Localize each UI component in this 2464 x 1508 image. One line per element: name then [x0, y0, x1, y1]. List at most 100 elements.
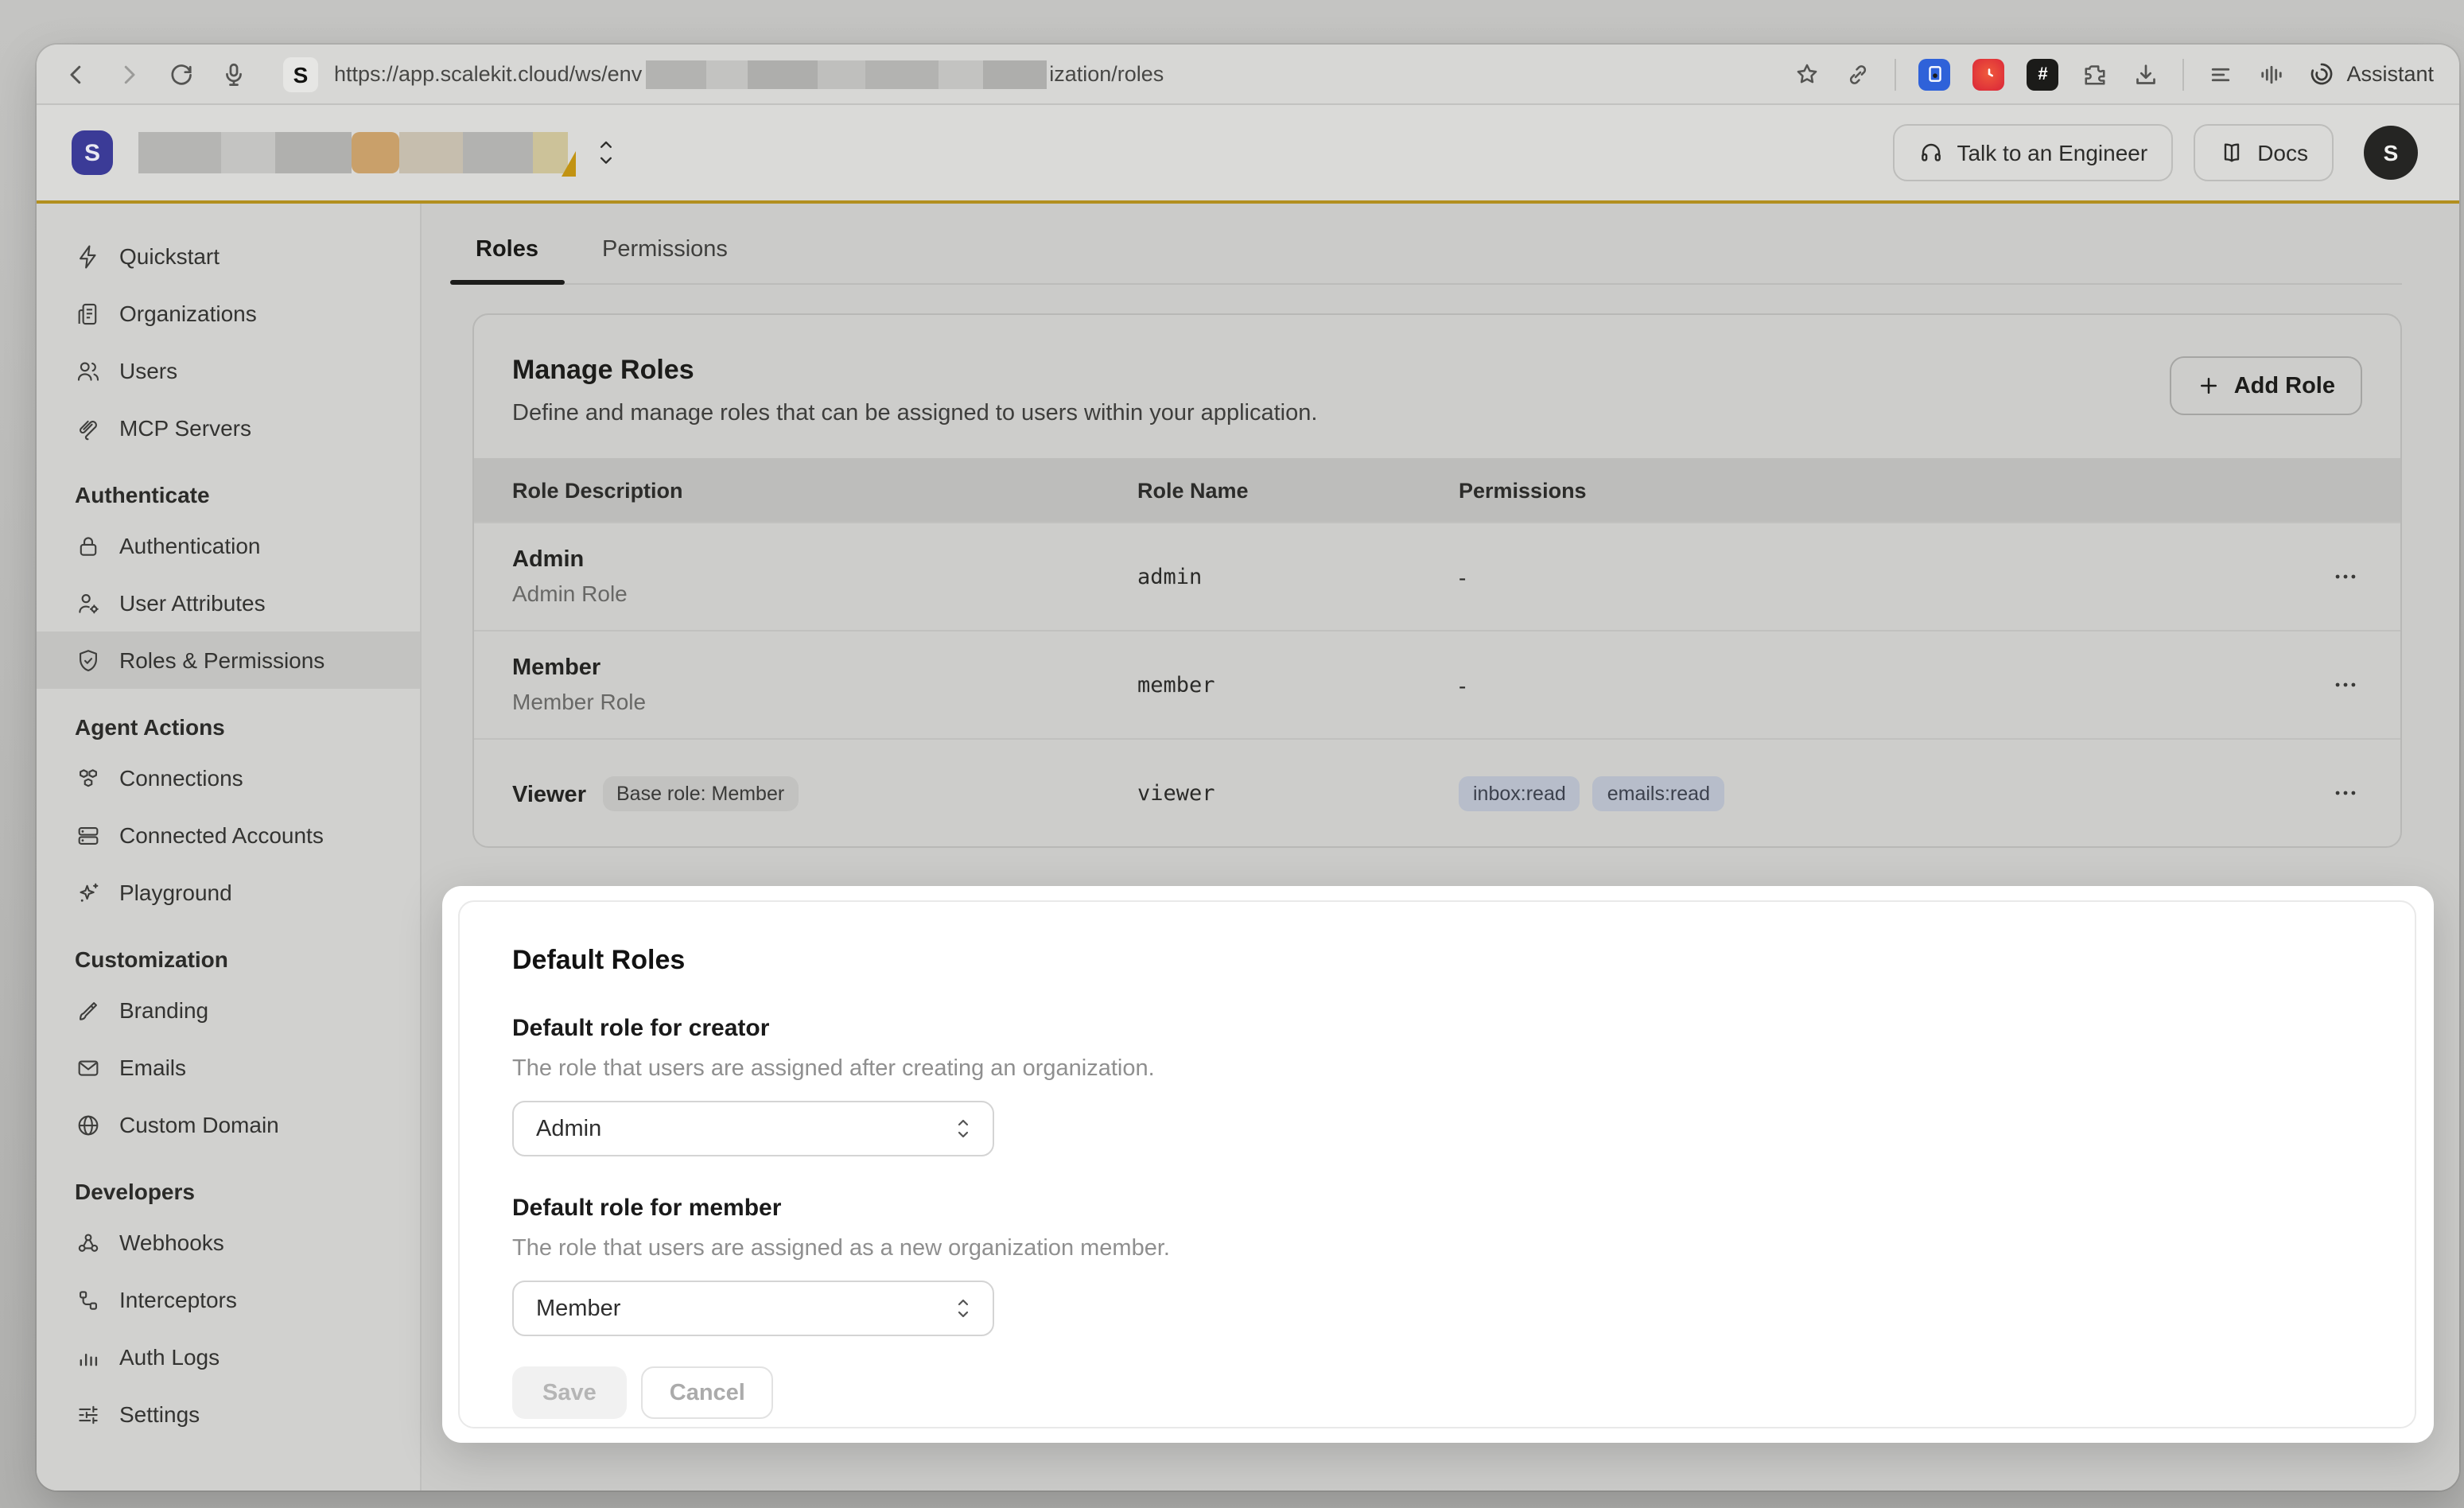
creator-role-label: Default role for creator [512, 1015, 2362, 1042]
sidebar-item-settings[interactable]: Settings [37, 1386, 420, 1443]
url-bar[interactable]: https://app.scalekit.cloud/ws/env izatio… [334, 60, 1164, 88]
cancel-button[interactable]: Cancel [641, 1366, 774, 1419]
row-actions-menu[interactable] [2332, 779, 2400, 806]
assistant-button[interactable]: Assistant [2308, 60, 2434, 87]
reload-icon[interactable] [167, 60, 196, 88]
main-content: Roles Permissions Manage Roles Define an… [422, 204, 2459, 1491]
sidebar-section-customization: Customization [37, 921, 420, 981]
sidebar-item-users[interactable]: Users [37, 342, 420, 399]
cubes-icon [75, 764, 102, 791]
mail-icon [75, 1054, 102, 1081]
scalekit-logo: S [72, 130, 113, 175]
paintbrush-icon [75, 997, 102, 1024]
users-icon [75, 357, 102, 384]
globe-icon [75, 1111, 102, 1138]
tab-bar: Roles Permissions [472, 204, 2402, 285]
table-header-row: Role Description Role Name Permissions [474, 458, 2400, 522]
assistant-label: Assistant [2346, 62, 2434, 86]
extensions-puzzle-icon[interactable] [2081, 60, 2109, 88]
back-icon[interactable] [62, 60, 91, 88]
url-redacted [645, 60, 1046, 88]
member-role-helper: The role that users are assigned as a ne… [512, 1236, 2362, 1261]
ellipsis-icon [2332, 779, 2359, 806]
password-extension-icon[interactable] [1918, 58, 1950, 90]
sidebar-section-developers: Developers [37, 1153, 420, 1214]
sidebar-item-roles-permissions[interactable]: Roles & Permissions [37, 632, 420, 689]
plus-icon [2198, 374, 2221, 398]
sidebar-item-webhooks[interactable]: Webhooks [37, 1214, 420, 1271]
stage: S https://app.scalekit.cloud/ws/env izat… [0, 0, 2464, 1508]
headphones-icon [1918, 140, 1944, 165]
select-chevrons-icon [953, 1295, 974, 1322]
sidebar-section-authenticate: Authenticate [37, 457, 420, 517]
toolbar-divider [1895, 58, 1896, 90]
sliders-icon [75, 1401, 102, 1428]
row-actions-menu[interactable] [2332, 671, 2400, 698]
sidebar-item-playground[interactable]: Playground [37, 864, 420, 921]
manage-roles-card: Manage Roles Define and manage roles tha… [472, 313, 2402, 848]
sidebar-item-organizations[interactable]: Organizations [37, 285, 420, 342]
assistant-swirl-icon [2308, 60, 2335, 87]
voice-waveform-icon[interactable] [2257, 60, 2286, 88]
workspace-name-redacted [138, 129, 576, 177]
sidebar-item-auth-logs[interactable]: Auth Logs [37, 1328, 420, 1386]
toolbar-divider [2182, 58, 2184, 90]
manage-roles-title: Manage Roles [512, 355, 2362, 387]
table-row-member: Member Member Role member - [474, 630, 2400, 738]
organization-icon [75, 300, 102, 327]
sidebar-item-emails[interactable]: Emails [37, 1039, 420, 1096]
creator-role-select[interactable]: Admin [512, 1101, 994, 1156]
permission-chip: emails:read [1593, 775, 1724, 810]
reader-list-icon[interactable] [2206, 60, 2235, 88]
sidebar-section-agent-actions: Agent Actions [37, 689, 420, 749]
add-role-button[interactable]: Add Role [2171, 356, 2362, 415]
timer-extension-icon[interactable] [1972, 58, 2004, 90]
bookmark-star-icon[interactable] [1793, 60, 1821, 88]
ellipsis-icon [2332, 671, 2359, 698]
creator-role-helper: The role that users are assigned after c… [512, 1056, 2362, 1082]
copy-link-icon[interactable] [1844, 60, 1872, 88]
stacked-rows-icon [75, 822, 102, 849]
browser-window: S https://app.scalekit.cloud/ws/env izat… [37, 45, 2459, 1491]
sidebar-item-interceptors[interactable]: Interceptors [37, 1271, 420, 1328]
interceptor-icon [75, 1286, 102, 1313]
docs-button[interactable]: Docs [2194, 124, 2334, 181]
favicon: S [283, 56, 318, 91]
sparkle-icon [75, 879, 102, 906]
default-roles-spotlight: Default Roles Default role for creator T… [442, 886, 2434, 1443]
col-role-name: Role Name [1137, 478, 1459, 502]
forward-icon[interactable] [115, 60, 143, 88]
talk-to-engineer-button[interactable]: Talk to an Engineer [1893, 124, 2173, 181]
base-role-badge: Base role: Member [602, 775, 799, 810]
book-icon [2219, 140, 2244, 165]
manage-roles-description: Define and manage roles that can be assi… [512, 401, 2362, 426]
download-icon[interactable] [2132, 60, 2160, 88]
user-avatar[interactable]: S [2364, 126, 2418, 180]
hash-extension-icon[interactable]: # [2027, 58, 2058, 90]
shield-check-icon [75, 647, 102, 674]
workspace-switcher-icon[interactable] [595, 137, 617, 169]
row-actions-menu[interactable] [2332, 563, 2400, 590]
sidebar-item-connected-accounts[interactable]: Connected Accounts [37, 806, 420, 864]
tab-permissions[interactable]: Permissions [599, 237, 731, 283]
sidebar-item-mcp-servers[interactable]: MCP Servers [37, 399, 420, 457]
mcp-icon [75, 414, 102, 441]
microphone-icon[interactable] [220, 60, 248, 88]
user-gear-icon [75, 589, 102, 616]
sidebar-item-connections[interactable]: Connections [37, 749, 420, 806]
save-button[interactable]: Save [512, 1366, 627, 1419]
sidebar-item-custom-domain[interactable]: Custom Domain [37, 1096, 420, 1153]
bar-chart-icon [75, 1343, 102, 1370]
sidebar-item-user-attributes[interactable]: User Attributes [37, 574, 420, 632]
url-prefix: https://app.scalekit.cloud/ws/env [334, 62, 642, 86]
default-roles-title: Default Roles [512, 945, 2362, 977]
default-roles-card: Default Roles Default role for creator T… [458, 900, 2416, 1428]
sidebar-item-quickstart[interactable]: Quickstart [37, 227, 420, 285]
tab-roles[interactable]: Roles [472, 237, 542, 283]
member-role-select[interactable]: Member [512, 1281, 994, 1336]
browser-toolbar: S https://app.scalekit.cloud/ws/env izat… [37, 45, 2459, 105]
sidebar-item-authentication[interactable]: Authentication [37, 517, 420, 574]
member-role-label: Default role for member [512, 1195, 2362, 1222]
lock-icon [75, 532, 102, 559]
sidebar-item-branding[interactable]: Branding [37, 981, 420, 1039]
